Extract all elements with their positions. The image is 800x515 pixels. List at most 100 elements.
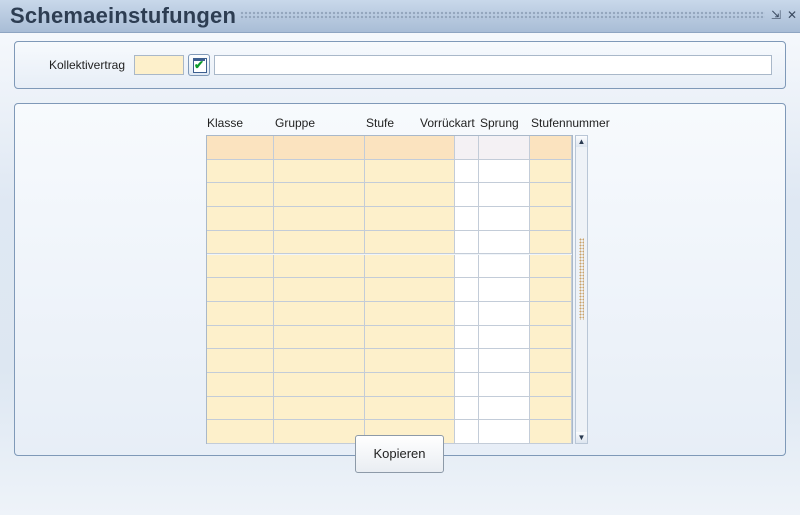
cell-stufe[interactable] [365, 136, 455, 160]
cell-gruppe[interactable] [274, 420, 365, 445]
close-icon[interactable]: ✕ [786, 8, 798, 22]
cell-stufe[interactable] [365, 230, 455, 255]
cell-stufennummer[interactable] [530, 325, 572, 350]
copy-button[interactable]: Kopieren [355, 435, 444, 473]
cell-vorrueckart[interactable] [455, 230, 479, 255]
cell-gruppe[interactable] [274, 396, 365, 421]
cell-klasse[interactable] [207, 230, 274, 255]
cell-stufennummer[interactable] [530, 159, 572, 184]
cell-klasse[interactable] [207, 136, 274, 160]
cell-vorrueckart[interactable] [455, 396, 479, 421]
cell-klasse[interactable] [207, 396, 274, 421]
cell-stufennummer[interactable] [530, 396, 572, 421]
cell-vorrueckart[interactable] [455, 254, 479, 279]
table-panel: Klasse Gruppe Stufe Vorrückart Sprung St… [14, 103, 786, 456]
cell-sprung[interactable] [479, 207, 530, 231]
cell-stufennummer[interactable] [530, 207, 572, 231]
cell-klasse[interactable] [207, 159, 274, 184]
cell-gruppe[interactable] [274, 159, 365, 184]
cell-stufennummer[interactable] [530, 230, 572, 255]
cell-vorrueckart[interactable] [455, 325, 479, 350]
cell-gruppe[interactable] [274, 373, 365, 397]
filter-panel: Kollektivertrag ✔ [14, 41, 786, 89]
cell-stufe[interactable] [365, 349, 455, 373]
cell-stufennummer[interactable] [530, 183, 572, 208]
minimize-icon[interactable]: ⇲ [770, 8, 782, 22]
column-header-gruppe: Gruppe [275, 116, 316, 130]
cell-gruppe[interactable] [274, 278, 365, 302]
cell-stufennummer[interactable] [530, 136, 572, 160]
cell-vorrueckart[interactable] [455, 278, 479, 302]
cell-klasse[interactable] [207, 278, 274, 302]
cell-sprung[interactable] [479, 325, 530, 350]
scroll-thumb[interactable] [579, 238, 584, 320]
cell-vorrueckart[interactable] [455, 159, 479, 184]
column-header-sprung: Sprung [480, 116, 519, 130]
vertical-scrollbar[interactable]: ▲ ▼ [575, 135, 588, 444]
cell-sprung[interactable] [479, 254, 530, 279]
cell-sprung[interactable] [479, 159, 530, 184]
title-bar: Schemaeinstufungen ⇲ ✕ [0, 0, 800, 33]
cell-stufe[interactable] [365, 183, 455, 208]
cell-stufennummer[interactable] [530, 278, 572, 302]
cell-stufennummer[interactable] [530, 420, 572, 445]
cell-gruppe[interactable] [274, 230, 365, 255]
cell-vorrueckart[interactable] [455, 420, 479, 445]
cell-sprung[interactable] [479, 396, 530, 421]
check-icon: ✔ [194, 58, 205, 72]
cell-stufe[interactable] [365, 301, 455, 326]
cell-stufennummer[interactable] [530, 373, 572, 397]
cell-klasse[interactable] [207, 301, 274, 326]
window-title: Schemaeinstufungen [10, 3, 237, 28]
column-header-stufennummer: Stufennummer [531, 116, 610, 130]
cell-stufe[interactable] [365, 278, 455, 302]
cell-gruppe[interactable] [274, 325, 365, 350]
cell-vorrueckart[interactable] [455, 183, 479, 208]
title-bar-grip [240, 11, 765, 20]
column-header-vorrueckart: Vorrückart [420, 116, 475, 130]
cell-gruppe[interactable] [274, 136, 365, 160]
cell-stufe[interactable] [365, 373, 455, 397]
cell-sprung[interactable] [479, 420, 530, 445]
cell-stufe[interactable] [365, 207, 455, 231]
cell-gruppe[interactable] [274, 207, 365, 231]
kollektivertrag-lookup-button[interactable]: ✔ [188, 54, 210, 76]
cell-gruppe[interactable] [274, 301, 365, 326]
cell-stufe[interactable] [365, 396, 455, 421]
cell-stufennummer[interactable] [530, 301, 572, 326]
kollektivertrag-name-input[interactable] [214, 55, 772, 75]
cell-klasse[interactable] [207, 207, 274, 231]
cell-stufe[interactable] [365, 159, 455, 184]
scroll-down-icon[interactable]: ▼ [576, 432, 587, 443]
cell-sprung[interactable] [479, 230, 530, 255]
cell-gruppe[interactable] [274, 254, 365, 279]
cell-sprung[interactable] [479, 183, 530, 208]
cell-stufennummer[interactable] [530, 254, 572, 279]
cell-gruppe[interactable] [274, 183, 365, 208]
cell-klasse[interactable] [207, 420, 274, 445]
cell-stufe[interactable] [365, 325, 455, 350]
cell-klasse[interactable] [207, 183, 274, 208]
cell-sprung[interactable] [479, 136, 530, 160]
kollektivertrag-code-input[interactable] [134, 55, 184, 75]
cell-klasse[interactable] [207, 254, 274, 279]
cell-vorrueckart[interactable] [455, 207, 479, 231]
cell-stufennummer[interactable] [530, 349, 572, 373]
cell-sprung[interactable] [479, 373, 530, 397]
cell-sprung[interactable] [479, 301, 530, 326]
scroll-up-icon[interactable]: ▲ [576, 136, 587, 147]
cell-vorrueckart[interactable] [455, 301, 479, 326]
cell-klasse[interactable] [207, 373, 274, 397]
cell-stufe[interactable] [365, 254, 455, 279]
column-header-klasse: Klasse [207, 116, 244, 130]
cell-vorrueckart[interactable] [455, 349, 479, 373]
cell-vorrueckart[interactable] [455, 373, 479, 397]
cell-sprung[interactable] [479, 349, 530, 373]
cell-sprung[interactable] [479, 278, 530, 302]
cell-klasse[interactable] [207, 349, 274, 373]
cell-gruppe[interactable] [274, 349, 365, 373]
cell-klasse[interactable] [207, 325, 274, 350]
kollektivertrag-label: Kollektivertrag [49, 58, 126, 72]
cell-vorrueckart[interactable] [455, 136, 479, 160]
column-header-stufe: Stufe [366, 116, 395, 130]
